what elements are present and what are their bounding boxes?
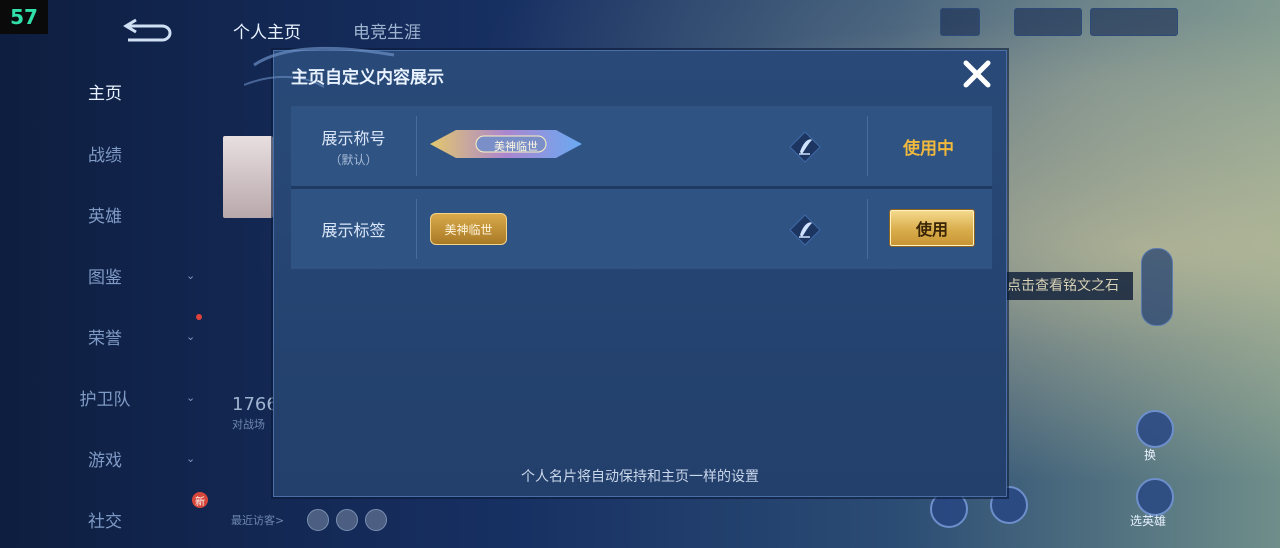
recent-visitors-link[interactable]: 最近访客> [231, 512, 284, 528]
sidebar-item-home[interactable]: 主页 [0, 66, 210, 116]
notification-dot [196, 314, 202, 320]
edit-feather-icon[interactable] [788, 130, 822, 164]
sidebar-item-label: 社交 [88, 511, 122, 532]
divider [416, 116, 417, 176]
sidebar-item-honor[interactable]: 荣誉 ⌄ [0, 311, 210, 361]
divider [867, 116, 868, 176]
back-arrow-icon[interactable] [122, 16, 174, 42]
sidebar-item-label: 战绩 [88, 145, 122, 166]
tag-display-row: 展示标签 美神临世 使用 [291, 189, 992, 269]
fps-counter: 57 [0, 0, 48, 34]
chevron-down-icon: ⌄ [186, 329, 196, 343]
match-count-label: 对战场 [232, 418, 265, 431]
sidebar-item-gallery[interactable]: 图鉴 ⌄ [0, 250, 210, 300]
sidebar-item-record[interactable]: 战绩 [0, 128, 210, 178]
person-icon[interactable] [1136, 410, 1174, 448]
new-badge: 新 [192, 492, 208, 508]
tag-badge: 美神临世 [430, 213, 507, 245]
visitor-avatar[interactable] [336, 509, 358, 531]
in-use-status: 使用中 [903, 139, 954, 159]
visitor-avatar[interactable] [365, 509, 387, 531]
top-right-settings[interactable] [1090, 8, 1178, 36]
right-label-hero-select: 选英雄 [1130, 514, 1167, 528]
sidebar-item-label: 护卫队 [79, 389, 131, 410]
sidebar-item-label: 主页 [88, 83, 122, 104]
use-button[interactable]: 使用 [890, 210, 974, 246]
match-count: 1766 [232, 394, 278, 415]
sidebar-item-social[interactable]: 社交 [0, 494, 210, 544]
title-display-row: 展示称号 （默认） 美神临世 使用中 [291, 106, 992, 186]
tab-personal-home[interactable]: 个人主页 [233, 18, 301, 43]
sidebar-item-label: 荣誉 [88, 328, 122, 349]
sidebar-item-games[interactable]: 游戏 ⌄ [0, 433, 210, 483]
custom-display-dialog: 主页自定义内容展示 展示称号 （默认） 美神临世 使用中 展示标签 美神临世 使… [244, 46, 1007, 497]
row-sublabel: （默认） [329, 152, 378, 167]
row-label: 展示称号 [321, 128, 386, 148]
chevron-down-icon: ⌄ [186, 268, 196, 282]
divider [416, 199, 417, 259]
sidebar-item-guard[interactable]: 护卫队 ⌄ [0, 372, 210, 422]
dialog-title: 主页自定义内容展示 [291, 68, 444, 88]
chevron-down-icon: ⌄ [186, 390, 196, 404]
close-icon [963, 60, 991, 88]
sidebar-item-heroes[interactable]: 英雄 [0, 189, 210, 239]
divider [867, 199, 868, 259]
top-right-badge[interactable] [1014, 8, 1082, 36]
close-button[interactable] [960, 57, 994, 91]
sidebar-item-label: 游戏 [88, 450, 122, 471]
footer-note: 个人名片将自动保持和主页一样的设置 [521, 469, 759, 485]
hint-tooltip[interactable]: 点击查看铭文之石 [1005, 272, 1133, 300]
sidebar-item-label: 英雄 [88, 206, 122, 227]
side-toggle-pill[interactable] [1141, 248, 1173, 326]
chevron-down-icon: ⌄ [186, 451, 196, 465]
row-label: 展示标签 [321, 221, 386, 240]
title-badge-text: 美神临世 [494, 140, 538, 153]
right-label-swap: 换 [1144, 448, 1157, 462]
edit-feather-icon[interactable] [788, 213, 822, 247]
visitor-avatar[interactable] [307, 509, 329, 531]
sidebar-item-label: 图鉴 [88, 267, 122, 288]
hero-select-icon[interactable] [1136, 478, 1174, 516]
tab-esports-career[interactable]: 电竞生涯 [353, 18, 421, 43]
profile-portrait[interactable] [223, 136, 273, 218]
top-right-avatar[interactable] [940, 8, 980, 36]
